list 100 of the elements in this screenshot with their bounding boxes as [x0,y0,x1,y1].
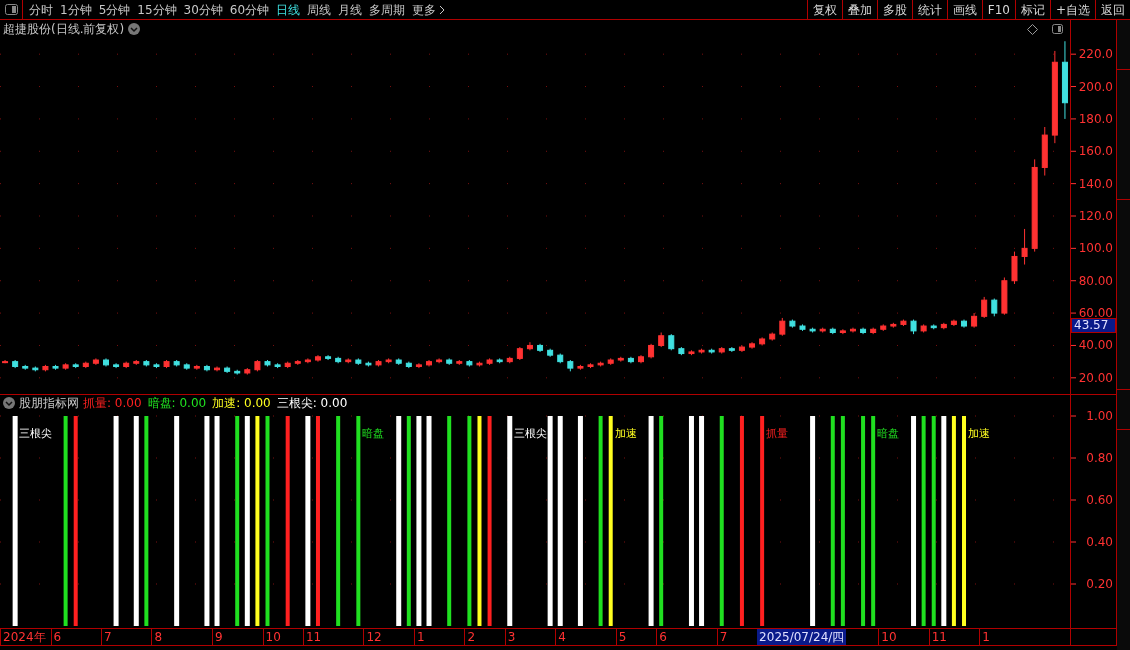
axis-label: 2024年 [0,629,46,645]
axis-label: 2 [464,629,475,645]
signal-label: 加速 [968,427,990,440]
period-tab[interactable]: 多周期 [366,0,409,19]
axis-label: 5 [615,629,627,645]
candlestick [678,346,685,356]
candlestick [708,348,715,355]
toolbar-button[interactable]: 复权 [806,0,842,19]
period-tab[interactable]: 分时 [26,0,56,19]
candlestick [759,336,766,346]
period-tab[interactable]: 15分钟 [134,0,180,19]
signal-label: 暗盘 [877,427,900,440]
candlestick [789,319,796,329]
candlestick [597,361,604,367]
axis-label: 20.00 [1078,370,1113,385]
period-tab[interactable]: 1分钟 [57,0,95,19]
candlestick [193,364,200,371]
candlestick [688,349,695,356]
candlestick [486,357,493,366]
axis-label: 3 [504,629,516,645]
candlestick [385,357,392,364]
chevron-right-icon [439,4,446,15]
candlestick [870,327,877,335]
candlestick [173,359,180,367]
axis-label: 180.0 [1078,111,1113,126]
period-tab[interactable]: 日线 [273,0,304,19]
axis-label: 80.00 [1078,273,1113,288]
candlestick [617,356,624,363]
toolbar-button[interactable]: 画线 [946,0,982,19]
toolbar-button[interactable]: 标记 [1014,0,1050,19]
candlestick [214,366,221,372]
candlestick [849,327,856,333]
toolbar-button[interactable]: 返回 [1095,0,1130,19]
candlestick [325,354,332,361]
candlestick [567,359,574,372]
candlestick [476,361,483,367]
indicator-name: 股朋指标网 [19,395,79,412]
candlestick [345,357,352,364]
candlestick [658,332,665,348]
candlestick [971,312,978,329]
candlestick [12,359,19,369]
signal-label: 抓量 [766,427,789,440]
period-tab[interactable]: 月线 [335,0,366,19]
candlestick [779,317,786,337]
panel-toggle-icon[interactable] [1052,24,1063,34]
dropdown-icon[interactable] [128,23,141,35]
candlestick [940,322,947,330]
candlestick [456,359,463,366]
period-tab[interactable]: 更多 [409,0,449,19]
period-tab[interactable]: 5分钟 [95,0,134,19]
candlestick [32,366,39,372]
candlestick [415,362,422,369]
toolbar-button[interactable]: 叠加 [841,0,877,19]
candlestick [314,354,321,363]
candlestick [52,364,59,371]
candlestick [254,359,261,372]
toolbar-button[interactable]: F10 [981,0,1015,19]
toolbar-button[interactable]: 多股 [876,0,912,19]
candlestick [294,359,301,366]
candlestick [244,367,251,376]
candlestick [577,364,584,371]
candlestick [335,356,342,364]
panel-toggle-icon[interactable] [4,4,18,15]
candlestick [839,328,846,335]
period-tab[interactable]: 60分钟 [226,0,273,19]
toolbar-button[interactable]: 统计 [911,0,947,19]
axis-label: 1.00 [1086,411,1113,423]
candlestick [143,359,150,367]
period-tab[interactable]: 30分钟 [180,0,226,19]
collapse-icon[interactable] [3,397,15,409]
candlestick [42,364,49,372]
candlestick [224,366,231,374]
candlestick [880,323,887,332]
candlestick [930,323,937,330]
candlestick [698,348,705,355]
candlestick [92,357,99,366]
axis-label: 10 [262,629,281,645]
candlestick [587,362,594,369]
toolbar-button[interactable]: +自选 [1049,0,1095,19]
candlestick [2,359,9,364]
diamond-icon[interactable] [1027,23,1038,35]
candlestick [890,322,897,329]
candlestick [203,364,210,372]
candlestick [284,361,291,369]
axis-label: 9 [212,629,223,645]
candlestick [103,357,109,367]
candlestick [375,359,382,367]
signal-label: 加速 [614,427,637,440]
axis-label: 0.60 [1086,493,1113,507]
axis-label: 120.0 [1078,209,1113,223]
candlestick [1021,228,1028,266]
axis-label: 11 [928,629,947,645]
candlestick [395,357,402,366]
candlestick [516,346,523,361]
candlestick [728,346,735,353]
candlestick [153,362,160,369]
period-tab[interactable]: 周线 [304,0,335,19]
axis-label: 6 [656,629,667,645]
candlestick [163,359,170,369]
axis-label: 140.0 [1078,176,1113,191]
